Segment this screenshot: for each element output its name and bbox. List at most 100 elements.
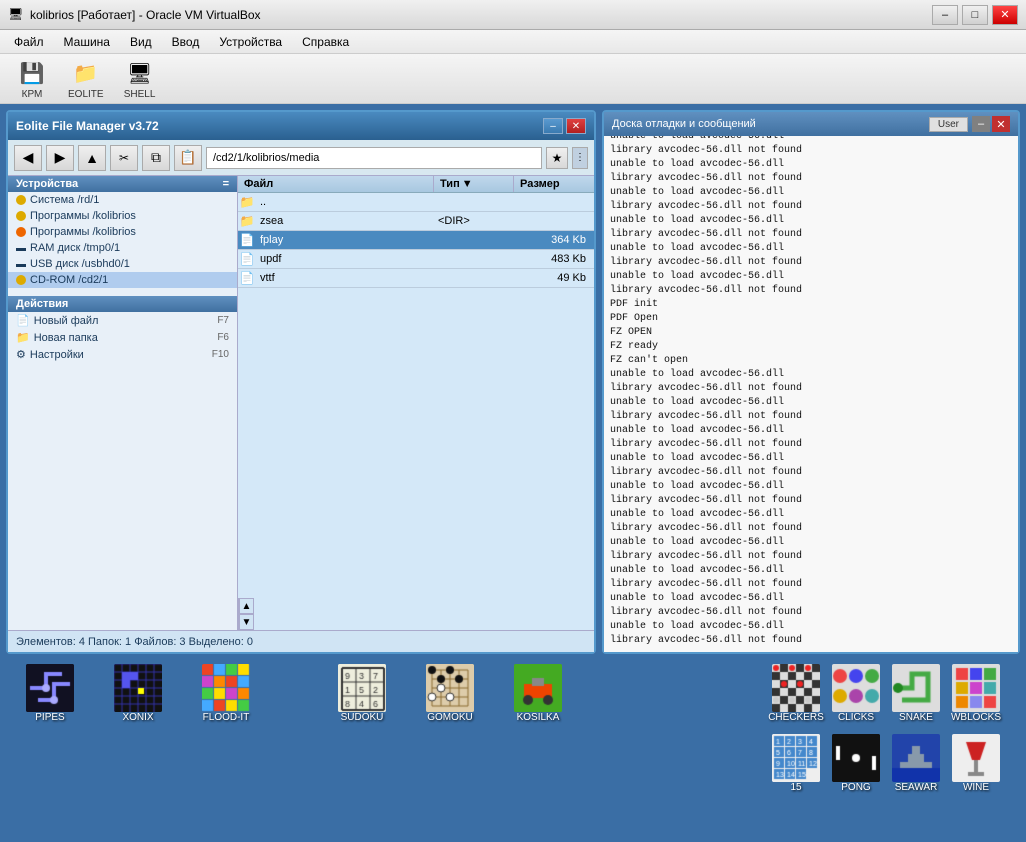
restore-button[interactable]: □ — [962, 5, 988, 25]
toolbar-krm-button[interactable]: 💾 КРМ — [10, 54, 54, 103]
icon-pong[interactable]: PONG — [826, 734, 886, 804]
icon-kosilka[interactable]: KOSILKA — [508, 664, 568, 723]
name-fplay2: fplay — [256, 234, 434, 246]
icon-wine[interactable]: WINE — [946, 734, 1006, 804]
scroll2-up[interactable]: ▲ — [239, 598, 254, 614]
name-vttf2: vttf — [256, 272, 434, 284]
pong-lbl: PONG — [841, 782, 870, 793]
desktop-windows-row: Eolite File Manager v3.72 – ✕ ◀ ▶ ▲ ✂ ⧉ … — [0, 104, 1026, 660]
debug-min-btn-2[interactable]: – — [972, 116, 990, 132]
table-row[interactable]: 📁 .. — [238, 193, 594, 212]
fm2-dev-prog2[interactable]: Программы /kolibrios — [8, 224, 237, 240]
fm2-paste-btn[interactable]: 📋 — [174, 145, 202, 171]
seawar-img — [892, 734, 940, 782]
fm2-cut-btn[interactable]: ✂ — [110, 145, 138, 171]
debug-user-btn-2[interactable]: User — [929, 117, 968, 132]
fm-filelist-2: Файл Тип ▼ Размер 📁 .. 📁 zs — [238, 176, 594, 630]
table-row[interactable]: 📄 vttf 49 Kb — [238, 269, 594, 288]
fm2-scrollbar[interactable]: ▲ ▼ — [238, 598, 254, 630]
fm2-dev-prog1[interactable]: Программы /kolibrios — [8, 208, 237, 224]
fm2-act-settings[interactable]: ⚙ НастройкиF10 — [8, 346, 237, 363]
close-button[interactable]: ✕ — [992, 5, 1018, 25]
icon-sudoku[interactable]: SUDOKU — [332, 664, 392, 723]
fm2-fwd-btn[interactable]: ▶ — [46, 145, 74, 171]
icons-right: CHECKERS CLICKS SNAKE WBLOCKS — [766, 664, 1006, 804]
name-dotdot2: .. — [256, 196, 434, 208]
size-vttf2: 49 Kb — [514, 272, 594, 284]
debug-content-2[interactable]: пробую добавить виртуальный дискего разм… — [604, 136, 1018, 652]
fm2-back-btn[interactable]: ◀ — [14, 145, 42, 171]
shell-label: SHELL — [124, 89, 156, 100]
checkers-lbl-2: CHECKERS — [768, 712, 824, 723]
menu-input[interactable]: Ввод — [162, 33, 210, 51]
minimize-button[interactable]: – — [932, 5, 958, 25]
table-row[interactable]: 📁 zsea <DIR> — [238, 212, 594, 231]
table-row[interactable]: 📄 updf 483 Kb — [238, 250, 594, 269]
icon-snake-2[interactable]: SNAKE — [886, 664, 946, 734]
fm2-dev-ram[interactable]: ▬ RAM диск /tmp0/1 — [8, 240, 237, 256]
debug-close-btn-2[interactable]: ✕ — [992, 116, 1010, 132]
floodit-img-2 — [202, 664, 250, 712]
dot-p1 — [16, 211, 26, 221]
fm2-dev-system[interactable]: Система /rd/1 — [8, 192, 237, 208]
kosilka-lbl: KOSILKA — [517, 712, 560, 723]
icon-pipes-2[interactable]: PIPES — [20, 664, 80, 723]
krm-label: КРМ — [22, 89, 43, 100]
icon-dotdot2: 📁 — [238, 195, 256, 209]
pipes-lbl-2: PIPES — [35, 712, 64, 723]
fm2-dev-cdrom[interactable]: CD-ROM /cd2/1 — [8, 272, 237, 288]
gap — [284, 664, 304, 723]
fm2-dev-usb[interactable]: ▬ USB диск /usbhd0/1 — [8, 256, 237, 272]
floodit-lbl-2: FLOOD-IT — [203, 712, 250, 723]
debug-window-2: Доска отладки и сообщений User – ✕ пробу… — [602, 110, 1020, 654]
table-row[interactable]: 📄 fplay 364 Kb — [238, 231, 594, 250]
fifteen-lbl: 15 — [790, 782, 801, 793]
fm2-act-newfile[interactable]: 📄 Новый файлF7 — [8, 312, 237, 329]
icon-fifteen[interactable]: 15 — [766, 734, 826, 804]
fm-titlebar-2: Eolite File Manager v3.72 – ✕ — [8, 112, 594, 140]
col2-name[interactable]: Файл — [238, 176, 434, 192]
menu-help[interactable]: Справка — [292, 33, 359, 51]
vbox-title: kolibrios [Работает] - Oracle VM Virtual… — [30, 8, 932, 22]
fm2-copy-btn[interactable]: ⧉ — [142, 145, 170, 171]
icon-seawar[interactable]: SEAWAR — [886, 734, 946, 804]
fm2-close-btn[interactable]: ✕ — [566, 118, 586, 134]
fm2-path-bar[interactable]: /cd2/1/kolibrios/media — [206, 147, 542, 169]
toolbar-shell-button[interactable]: 🖥 SHELL — [118, 54, 162, 103]
fm2-menu-btn[interactable]: ⋮ — [572, 147, 588, 169]
size-updf2: 483 Kb — [514, 253, 594, 265]
filemanager-window-2: Eolite File Manager v3.72 – ✕ ◀ ▶ ▲ ✂ ⧉ … — [6, 110, 596, 654]
icon-clicks-2[interactable]: CLICKS — [826, 664, 886, 734]
fm2-min-btn[interactable]: – — [543, 118, 563, 134]
vbox-icon: 🖥 — [8, 7, 24, 23]
col2-size[interactable]: Размер — [514, 176, 594, 192]
gomoku-img — [426, 664, 474, 712]
icon-zsea2: 📁 — [238, 214, 256, 228]
icon-checkers-2[interactable]: CHECKERS — [766, 664, 826, 734]
fifteen-img — [772, 734, 820, 782]
fm2-up-btn[interactable]: ▲ — [78, 145, 106, 171]
icon-fplay2: 📄 — [238, 233, 256, 247]
icon-wblocks-2[interactable]: WBLOCKS — [946, 664, 1006, 734]
debug-titlebar-2: Доска отладки и сообщений User – ✕ — [604, 112, 1018, 136]
nf-icon2: 📄 — [16, 314, 30, 327]
col2-type[interactable]: Тип ▼ — [434, 176, 514, 192]
menu-devices[interactable]: Устройства — [209, 33, 292, 51]
icon-gomoku[interactable]: GOMOKU — [420, 664, 480, 723]
fm2-list-header: Файл Тип ▼ Размер — [238, 176, 594, 193]
fm2-act-newdir[interactable]: 📁 Новая папкаF6 — [8, 329, 237, 346]
toolbar-eolite-button[interactable]: 📁 EOLITE — [62, 54, 110, 103]
icon-xonix-2[interactable]: XONIX — [108, 664, 168, 723]
menu-view[interactable]: Вид — [120, 33, 162, 51]
vbox-titlebar: 🖥 kolibrios [Работает] - Oracle VM Virtu… — [0, 0, 1026, 30]
fm2-bookmark-btn[interactable]: ★ — [546, 147, 568, 169]
snake-lbl-2: SNAKE — [899, 712, 933, 723]
scroll2-down[interactable]: ▼ — [239, 614, 254, 630]
menu-file[interactable]: Файл — [4, 33, 54, 51]
icon-floodit-2[interactable]: FLOOD-IT — [196, 664, 256, 723]
seawar-lbl: SEAWAR — [895, 782, 938, 793]
wine-img — [952, 734, 1000, 782]
nd-icon2: 📁 — [16, 331, 30, 344]
xonix-img-2 — [114, 664, 162, 712]
menu-machine[interactable]: Машина — [54, 33, 120, 51]
